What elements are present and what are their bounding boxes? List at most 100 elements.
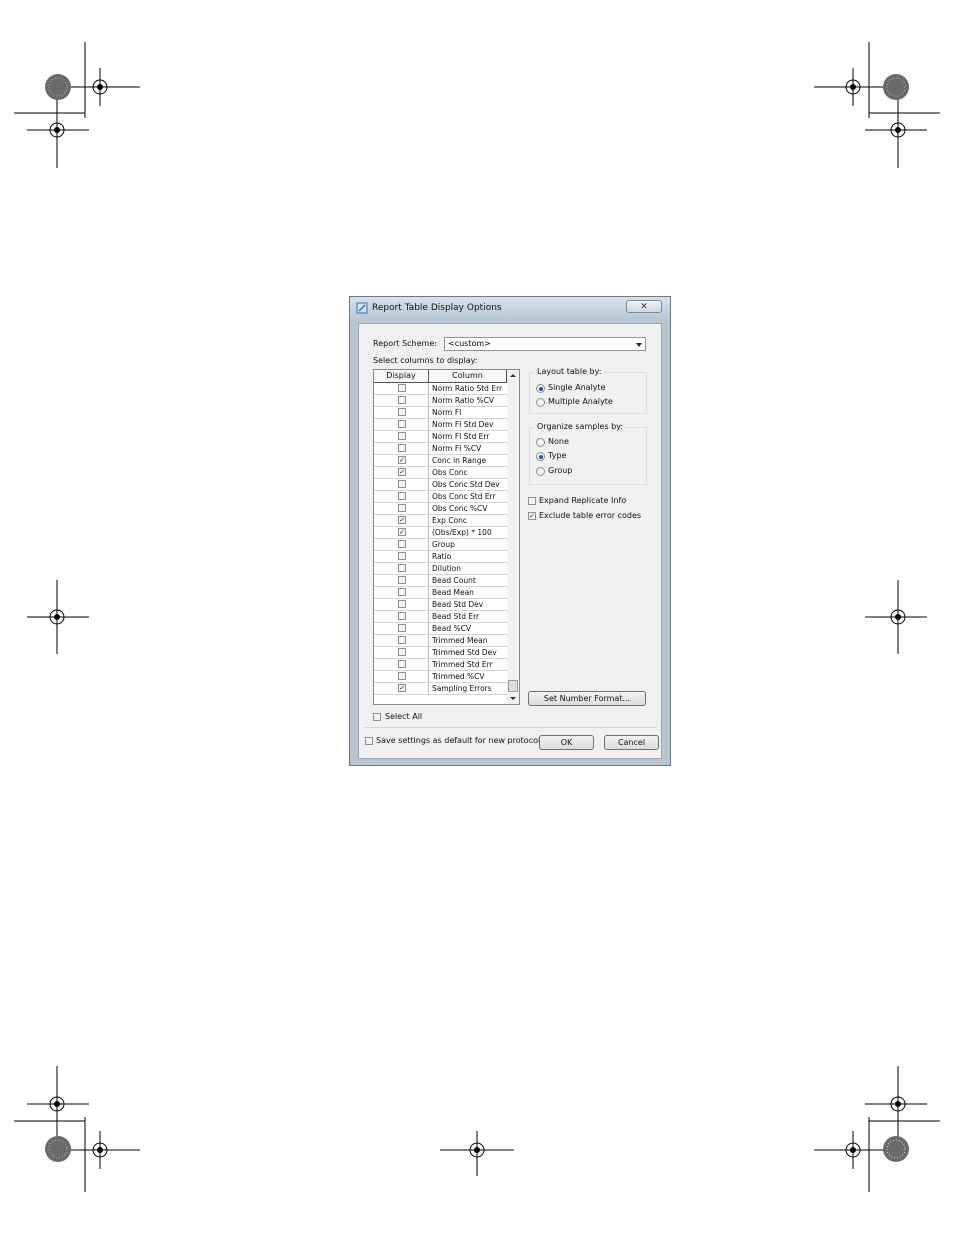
- display-checkbox[interactable]: [398, 636, 406, 644]
- table-row[interactable]: Trimmed %CV: [374, 671, 507, 683]
- radio-none[interactable]: [536, 438, 545, 447]
- table-row[interactable]: ✓ Sampling Errors: [374, 683, 507, 695]
- display-checkbox[interactable]: ✓: [398, 468, 406, 476]
- exclude-error-codes-checkbox[interactable]: ✓: [528, 512, 536, 520]
- display-checkbox[interactable]: [398, 396, 406, 404]
- display-cell: [374, 635, 429, 646]
- display-cell: [374, 431, 429, 442]
- column-name-cell: Trimmed Std Err: [432, 660, 493, 669]
- none-label[interactable]: None: [548, 437, 569, 447]
- display-checkbox[interactable]: ✓: [398, 516, 406, 524]
- column-name-cell: Trimmed Std Dev: [432, 648, 497, 657]
- title-bar[interactable]: Report Table Display Options ✕: [350, 297, 670, 319]
- display-checkbox[interactable]: [398, 480, 406, 488]
- expand-replicate-checkbox[interactable]: [528, 497, 536, 505]
- display-cell: [374, 575, 429, 586]
- column-name-cell: Norm FI Std Err: [432, 432, 490, 441]
- set-number-format-button[interactable]: Set Number Format...: [528, 691, 646, 706]
- table-row[interactable]: Obs Conc %CV: [374, 503, 507, 515]
- display-checkbox[interactable]: [398, 600, 406, 608]
- close-button[interactable]: ✕: [626, 300, 662, 313]
- column-name-cell: Bead Std Dev: [432, 600, 484, 609]
- table-row[interactable]: Bead %CV: [374, 623, 507, 635]
- display-checkbox[interactable]: [398, 444, 406, 452]
- dialog-title: Report Table Display Options: [372, 303, 502, 313]
- radio-single-analyte[interactable]: [536, 384, 545, 393]
- column-name-cell: Ratio: [432, 552, 452, 561]
- display-cell: [374, 479, 429, 490]
- table-row[interactable]: Group: [374, 539, 507, 551]
- table-row[interactable]: Norm FI: [374, 407, 507, 419]
- single-analyte-label[interactable]: Single Analyte: [548, 383, 606, 393]
- expand-replicate-label[interactable]: Expand Replicate Info: [539, 496, 626, 506]
- radio-type[interactable]: [536, 452, 545, 461]
- table-row[interactable]: Bead Std Err: [374, 611, 507, 623]
- type-label[interactable]: Type: [548, 451, 566, 461]
- display-checkbox[interactable]: [398, 504, 406, 512]
- check-icon: ✓: [399, 456, 405, 464]
- scroll-up-icon[interactable]: [510, 374, 516, 377]
- multiple-analyte-label[interactable]: Multiple Analyte: [548, 397, 613, 407]
- cancel-button[interactable]: Cancel: [604, 735, 659, 750]
- columns-grid[interactable]: Display Column Norm Ratio Std Err Norm Ra…: [373, 369, 520, 705]
- group-label[interactable]: Group: [548, 466, 572, 476]
- column-name-cell: Obs Conc Std Dev: [432, 480, 500, 489]
- table-row[interactable]: Ratio: [374, 551, 507, 563]
- exclude-error-codes-label[interactable]: Exclude table error codes: [539, 511, 641, 521]
- display-checkbox[interactable]: [398, 612, 406, 620]
- display-checkbox[interactable]: [398, 648, 406, 656]
- table-row[interactable]: Norm FI Std Dev: [374, 419, 507, 431]
- select-all-checkbox[interactable]: [373, 713, 381, 721]
- scroll-down-icon[interactable]: [510, 697, 516, 700]
- radio-group[interactable]: [536, 467, 545, 476]
- table-row[interactable]: Bead Mean: [374, 587, 507, 599]
- radio-multiple-analyte[interactable]: [536, 398, 545, 407]
- table-row[interactable]: Dilution: [374, 563, 507, 575]
- ok-button[interactable]: OK: [539, 735, 594, 750]
- display-checkbox[interactable]: [398, 588, 406, 596]
- table-row[interactable]: ✓ (Obs/Exp) * 100: [374, 527, 507, 539]
- display-checkbox[interactable]: [398, 384, 406, 392]
- table-row[interactable]: Norm Ratio Std Err: [374, 383, 507, 395]
- table-row[interactable]: Bead Std Dev: [374, 599, 507, 611]
- display-checkbox[interactable]: [398, 672, 406, 680]
- table-row[interactable]: Trimmed Std Dev: [374, 647, 507, 659]
- display-checkbox[interactable]: [398, 624, 406, 632]
- display-checkbox[interactable]: [398, 540, 406, 548]
- display-checkbox[interactable]: [398, 408, 406, 416]
- column-name-cell: Conc in Range: [432, 456, 487, 465]
- display-checkbox[interactable]: [398, 660, 406, 668]
- table-row[interactable]: Norm FI Std Err: [374, 431, 507, 443]
- display-checkbox[interactable]: [398, 576, 406, 584]
- column-name-cell: Trimmed %CV: [432, 672, 485, 681]
- save-default-label[interactable]: Save settings as default for new protoco…: [376, 736, 540, 746]
- grid-scrollbar[interactable]: [507, 370, 519, 704]
- table-row[interactable]: ✓ Conc in Range: [374, 455, 507, 467]
- column-name-cell: Bead Count: [432, 576, 476, 585]
- display-checkbox[interactable]: [398, 420, 406, 428]
- table-row[interactable]: Bead Count: [374, 575, 507, 587]
- save-default-checkbox[interactable]: [365, 737, 373, 745]
- table-row[interactable]: Obs Conc Std Dev: [374, 479, 507, 491]
- table-row[interactable]: ✓ Obs Conc: [374, 467, 507, 479]
- display-checkbox[interactable]: ✓: [398, 528, 406, 536]
- header-display[interactable]: Display: [374, 370, 429, 382]
- table-row[interactable]: Obs Conc Std Err: [374, 491, 507, 503]
- table-row[interactable]: Trimmed Std Err: [374, 659, 507, 671]
- table-row[interactable]: Trimmed Mean: [374, 635, 507, 647]
- display-checkbox[interactable]: [398, 492, 406, 500]
- display-checkbox[interactable]: ✓: [398, 456, 406, 464]
- report-scheme-dropdown[interactable]: <custom>: [444, 337, 646, 351]
- display-checkbox[interactable]: [398, 552, 406, 560]
- display-cell: [374, 563, 429, 574]
- header-column[interactable]: Column: [429, 370, 507, 382]
- table-row[interactable]: ✓ Exp Conc: [374, 515, 507, 527]
- display-cell: [374, 587, 429, 598]
- table-row[interactable]: Norm Ratio %CV: [374, 395, 507, 407]
- table-row[interactable]: Norm FI %CV: [374, 443, 507, 455]
- display-checkbox[interactable]: [398, 564, 406, 572]
- display-checkbox[interactable]: [398, 432, 406, 440]
- layout-groupbox: Layout table by:: [529, 367, 647, 414]
- display-checkbox[interactable]: ✓: [398, 684, 406, 692]
- scroll-thumb[interactable]: [508, 680, 518, 692]
